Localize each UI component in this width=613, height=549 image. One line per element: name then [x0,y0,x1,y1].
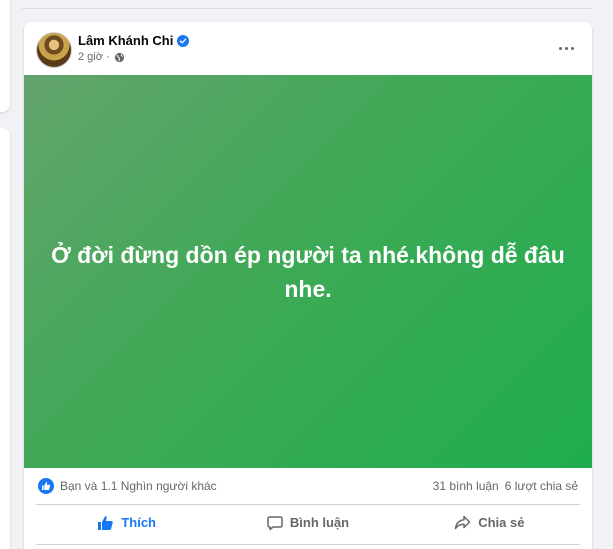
post-meta: 2 giờ · [78,51,125,63]
more-options-icon[interactable] [554,38,578,58]
author-name[interactable]: Lâm Khánh Chi [78,33,173,48]
post-text-background[interactable]: Ở đời đừng dồn ép người ta nhé.không dễ … [24,75,592,468]
previous-post-edge [22,0,592,9]
share-count[interactable]: 6 lượt chia sẻ [505,479,578,493]
meta-separator: · [105,51,110,63]
post-actions: Thích Bình luận Chia sẻ [36,504,580,540]
thumbs-up-icon [98,515,114,530]
engagement-counts: 31 bình luận 6 lượt chia sẻ [427,479,578,493]
comment-section-divider [36,544,580,549]
comment-count[interactable]: 31 bình luận [433,479,499,493]
share-button[interactable]: Chia sẻ [399,508,580,538]
reactions-bar: Bạn và 1.1 Nghìn người khác 31 bình luận… [24,468,592,504]
share-label: Chia sẻ [478,515,525,530]
verified-badge-icon [177,34,190,47]
post-content: Ở đời đừng dồn ép người ta nhé.không dễ … [51,241,565,302]
author-line: Lâm Khánh Chi [78,33,190,48]
share-arrow-icon [454,515,471,530]
reaction-summary-text: Bạn và 1.1 Nghìn người khác [60,479,217,493]
comment-label: Bình luận [289,515,350,530]
like-reaction-icon [38,478,54,494]
globe-icon[interactable] [114,52,125,63]
comment-button[interactable]: Bình luận [217,508,398,538]
reaction-summary[interactable]: Bạn và 1.1 Nghìn người khác [38,478,217,494]
like-label: Thích [121,515,156,530]
left-column-card [0,128,10,549]
left-column-card [0,0,10,112]
feed-post: Lâm Khánh Chi 2 giờ · Ở đời đừng dồn ép … [24,22,592,549]
like-button[interactable]: Thích [36,508,217,538]
post-header: Lâm Khánh Chi 2 giờ · [24,22,592,75]
comment-bubble-icon [267,515,283,530]
author-avatar[interactable] [36,32,72,68]
post-timestamp[interactable]: 2 giờ [78,51,103,63]
